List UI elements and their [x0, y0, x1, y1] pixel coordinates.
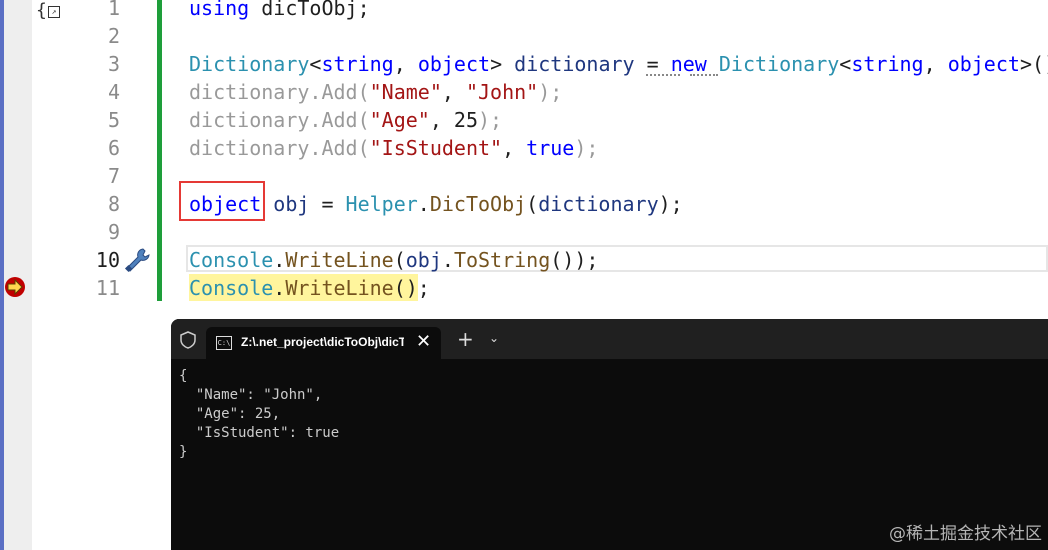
code-token: Helper	[345, 192, 418, 216]
terminal-tab[interactable]: C:\ Z:\.net_project\dicToObj\dicTo ✕	[206, 327, 441, 359]
code-token: );	[478, 108, 503, 132]
code-token: dictionary.Add(	[189, 108, 370, 132]
glyph-margin[interactable]	[4, 0, 32, 550]
suggestion-squiggle	[646, 71, 680, 76]
wrench-icon[interactable]	[121, 245, 153, 273]
terminal-output-line: "Name": "John",	[179, 387, 323, 403]
line-number: 4	[107, 80, 120, 104]
line-number: 9	[107, 220, 120, 244]
code-token: using	[189, 0, 250, 20]
code-token: ,	[441, 80, 466, 104]
new-tab-button[interactable]: +	[457, 327, 474, 351]
code-token: "John"	[465, 80, 539, 104]
code-token: Dictionary	[189, 52, 310, 76]
watermark: @稀土掘金技术社区	[889, 524, 1042, 544]
code-token: string	[321, 52, 394, 76]
line-number: 3	[107, 52, 120, 76]
code-token: dictionary.Add(	[189, 136, 370, 160]
code-line[interactable]: dictionary.Add("Name", "John");	[189, 78, 562, 106]
code-token: , 25	[429, 108, 479, 132]
code-line[interactable]: using dicToObj;	[189, 0, 370, 22]
code-token: ToString	[453, 248, 551, 272]
code-token: ,	[923, 52, 948, 76]
code-token: >();	[1019, 52, 1048, 76]
line-number: 7	[107, 164, 120, 188]
code-token: "IsStudent"	[369, 136, 503, 160]
code-token: ());	[550, 248, 599, 272]
terminal-output-line: "Age": 25,	[179, 406, 281, 422]
code-token: object	[417, 52, 491, 76]
code-token: WriteLine	[285, 248, 394, 272]
suggestion-squiggle	[690, 71, 718, 76]
code-line[interactable]: Console.WriteLine();	[189, 274, 430, 302]
line-number: 10	[95, 248, 120, 272]
change-tracking-bar	[157, 0, 162, 301]
code-token: >	[490, 52, 515, 76]
line-number: 1	[107, 0, 120, 20]
code-token: object	[947, 52, 1020, 76]
terminal-output[interactable]: { "Name": "John", "Age": 25, "IsStudent"…	[179, 367, 339, 462]
code-line[interactable]: Dictionary<string, object> dictionary = …	[189, 50, 1048, 78]
code-token: obj	[405, 248, 442, 272]
close-tab-icon[interactable]: ✕	[416, 331, 431, 352]
line-number: 8	[107, 192, 120, 216]
code-token: dictionary	[514, 52, 635, 76]
code-token: "Age"	[369, 108, 430, 132]
code-token: dictionary	[538, 192, 659, 216]
code-token: string	[851, 52, 924, 76]
terminal-output-line: {	[179, 368, 188, 384]
line-number: 11	[95, 276, 120, 300]
code-line[interactable]: dictionary.Add("Age", 25);	[189, 106, 502, 134]
code-token: .	[441, 248, 454, 272]
line-number: 5	[107, 108, 120, 132]
code-line[interactable]: Console.WriteLine(obj.ToString());	[189, 246, 598, 274]
code-token: ,	[393, 52, 418, 76]
code-token: (	[526, 192, 539, 216]
cmd-icon: C:\	[216, 336, 232, 350]
terminal-output-line: "IsStudent": true	[179, 425, 340, 441]
code-token: Console	[189, 248, 274, 272]
code-token: =	[309, 192, 346, 216]
annotation-highlight-box	[179, 181, 265, 221]
breakpoint-arrow-icon[interactable]	[3, 276, 27, 298]
code-token: "Name"	[369, 80, 442, 104]
code-token: ,	[502, 136, 527, 160]
code-token: .	[273, 276, 286, 300]
terminal-output-line: }	[179, 444, 188, 460]
code-token: );	[658, 192, 683, 216]
collapse-icon[interactable]: { ↗	[36, 0, 60, 21]
code-token: WriteLine	[285, 276, 394, 300]
chevron-down-icon[interactable]: ⌄	[489, 331, 499, 345]
code-token: );	[574, 136, 599, 160]
terminal-window[interactable]: C:\ Z:\.net_project\dicToObj\dicTo ✕ + ⌄…	[171, 319, 1048, 550]
code-line[interactable]: dictionary.Add("IsStudent", true);	[189, 134, 598, 162]
code-token: dicToObj;	[249, 0, 370, 20]
code-token: Console	[189, 276, 274, 300]
code-token: .	[273, 248, 286, 272]
code-token: <	[309, 52, 322, 76]
shield-icon[interactable]	[179, 331, 197, 349]
code-token: <	[839, 52, 852, 76]
code-token: );	[538, 80, 563, 104]
code-token: dictionary.Add(	[189, 80, 370, 104]
collapse-icon-brace: {	[36, 0, 47, 21]
code-token: .	[417, 192, 430, 216]
line-number: 6	[107, 136, 120, 160]
code-token: obj	[273, 192, 310, 216]
code-token: (	[393, 248, 406, 272]
code-token: ();	[393, 276, 430, 300]
code-token: Dictionary	[718, 52, 840, 76]
code-token: true	[526, 136, 575, 160]
code-token: DicToObj	[429, 192, 527, 216]
collapse-icon-box: ↗	[48, 6, 60, 18]
line-number: 2	[107, 24, 120, 48]
terminal-tab-title: Z:\.net_project\dicToObj\dicTo	[241, 335, 404, 349]
terminal-tab-bar: C:\ Z:\.net_project\dicToObj\dicTo ✕ + ⌄	[171, 319, 1048, 359]
